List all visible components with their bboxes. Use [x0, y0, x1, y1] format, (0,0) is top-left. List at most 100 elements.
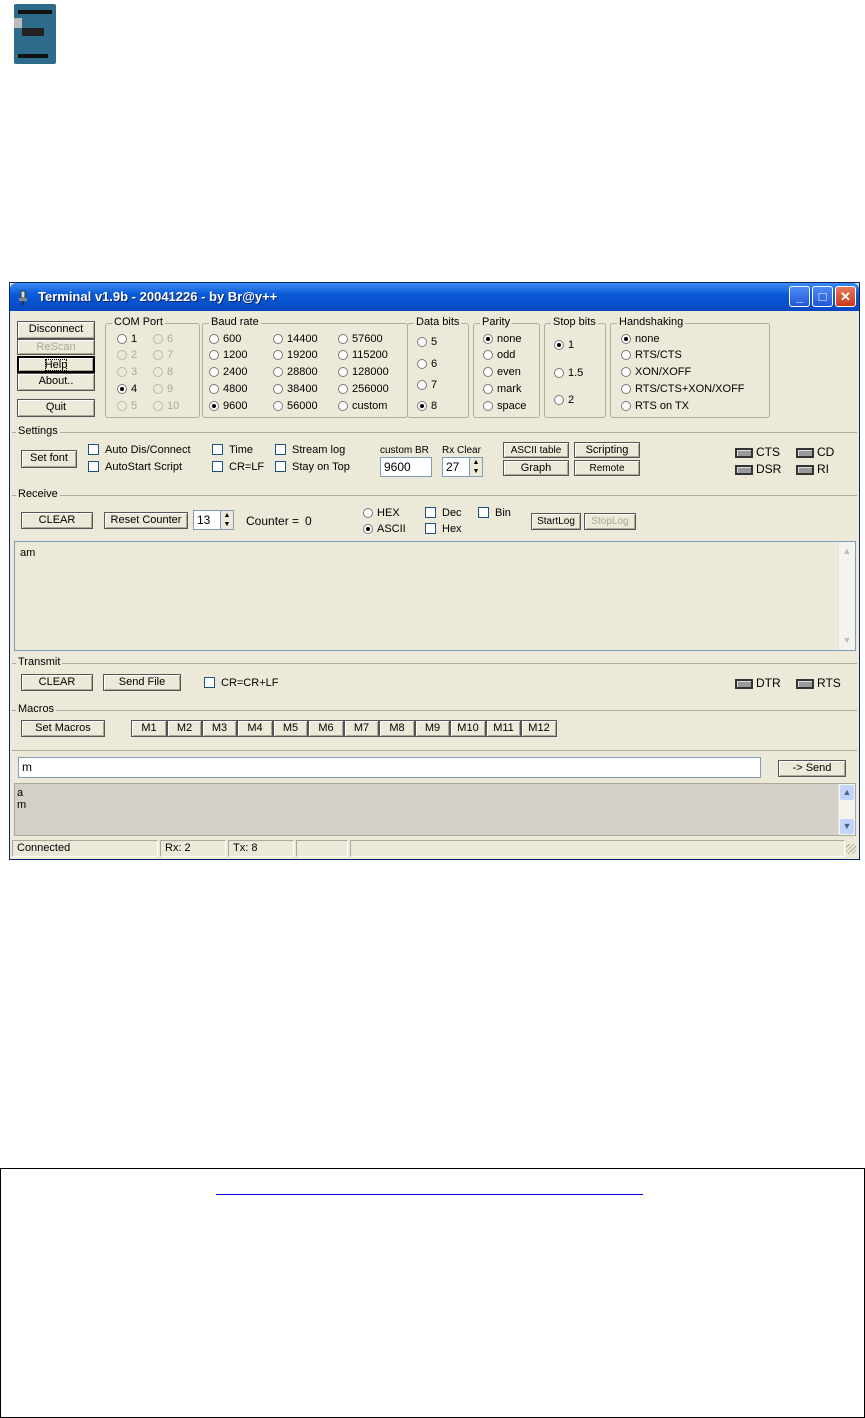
- baud-128000[interactable]: 128000: [338, 366, 389, 379]
- baud-14400[interactable]: 14400: [273, 333, 318, 346]
- data-bits-5[interactable]: 5: [417, 336, 437, 349]
- macro-m9-button[interactable]: M9: [415, 720, 450, 737]
- rx-clear-input[interactable]: 27: [442, 457, 470, 477]
- set-font-button[interactable]: Set font: [21, 450, 77, 468]
- set-macros-button[interactable]: Set Macros: [21, 720, 105, 737]
- ascii-table-button[interactable]: ASCII table: [503, 442, 569, 458]
- macro-m6-button[interactable]: M6: [308, 720, 344, 737]
- send-button[interactable]: -> Send: [778, 760, 846, 777]
- start-log-button[interactable]: StartLog: [531, 513, 581, 530]
- scroll-up-icon[interactable]: ▲: [840, 544, 854, 559]
- stop-bits-1-5[interactable]: 1.5: [554, 367, 583, 380]
- com-port-3[interactable]: 3: [117, 366, 137, 379]
- baud-38400[interactable]: 38400: [273, 383, 318, 396]
- baud-4800[interactable]: 4800: [209, 383, 247, 396]
- minimize-button[interactable]: _: [789, 286, 810, 307]
- quit-button[interactable]: Quit: [17, 399, 95, 417]
- receive-clear-button[interactable]: CLEAR: [21, 512, 93, 529]
- macro-m5-button[interactable]: M5: [273, 720, 308, 737]
- com-port-7[interactable]: 7: [153, 349, 173, 362]
- com-port-1[interactable]: 1: [117, 333, 137, 346]
- disconnect-button[interactable]: Disconnect: [17, 321, 95, 339]
- com-port-8[interactable]: 8: [153, 366, 173, 379]
- dtr-indicator[interactable]: DTR: [735, 676, 781, 690]
- baud-1200[interactable]: 1200: [209, 349, 247, 362]
- handshaking-rts-cts[interactable]: RTS/CTS: [621, 349, 682, 362]
- autostart-script-checkbox[interactable]: AutoStart Script: [88, 461, 182, 474]
- macro-m7-button[interactable]: M7: [344, 720, 379, 737]
- parity-none[interactable]: none: [483, 333, 521, 346]
- scroll-down-icon[interactable]: ▼: [840, 633, 854, 648]
- hex-checkbox[interactable]: Hex: [425, 523, 462, 536]
- custom-br-input[interactable]: 9600: [380, 457, 432, 477]
- data-bits-6[interactable]: 6: [417, 358, 437, 371]
- stop-log-button[interactable]: StopLog: [584, 513, 636, 530]
- macro-m12-button[interactable]: M12: [521, 720, 557, 737]
- macro-m4-button[interactable]: M4: [237, 720, 273, 737]
- macro-m2-button[interactable]: M2: [167, 720, 202, 737]
- rescan-button[interactable]: ReScan: [17, 339, 95, 355]
- handshaking-rts-cts-xon-xoff[interactable]: RTS/CTS+XON/XOFF: [621, 383, 745, 396]
- com-port-9[interactable]: 9: [153, 383, 173, 396]
- parity-mark[interactable]: mark: [483, 383, 521, 396]
- rts-indicator[interactable]: RTS: [796, 676, 841, 690]
- receive-text-area[interactable]: am ▲ ▼: [14, 541, 856, 651]
- baud-2400[interactable]: 2400: [209, 366, 247, 379]
- maximize-button[interactable]: □: [812, 286, 833, 307]
- remote-button[interactable]: Remote: [574, 460, 640, 476]
- parity-even[interactable]: even: [483, 366, 521, 379]
- scroll-up-icon[interactable]: ▲: [840, 785, 854, 800]
- help-button[interactable]: Help: [17, 356, 95, 373]
- parity-space[interactable]: space: [483, 400, 526, 413]
- transmit-log-scrollbar[interactable]: ▲ ▼: [838, 784, 855, 835]
- handshaking-none[interactable]: none: [621, 333, 659, 346]
- handshaking-rts-on-tx[interactable]: RTS on TX: [621, 400, 689, 413]
- baud-600[interactable]: 600: [209, 333, 241, 346]
- transmit-clear-button[interactable]: CLEAR: [21, 674, 93, 691]
- com-port-4[interactable]: 4: [117, 383, 137, 396]
- link-underline[interactable]: [216, 1194, 643, 1195]
- stream-log-checkbox[interactable]: Stream log: [275, 444, 345, 457]
- resize-grip-icon[interactable]: [846, 844, 856, 854]
- receive-scrollbar[interactable]: ▲ ▼: [838, 542, 855, 650]
- scripting-button[interactable]: Scripting: [574, 442, 640, 458]
- dec-checkbox[interactable]: Dec: [425, 507, 462, 520]
- receive-ascii-radio[interactable]: ASCII: [363, 523, 406, 536]
- com-port-6[interactable]: 6: [153, 333, 173, 346]
- data-bits-7[interactable]: 7: [417, 379, 437, 392]
- parity-odd[interactable]: odd: [483, 349, 515, 362]
- macro-m11-button[interactable]: M11: [486, 720, 521, 737]
- stop-bits-1[interactable]: 1: [554, 339, 574, 352]
- baud-57600[interactable]: 57600: [338, 333, 383, 346]
- macro-m3-button[interactable]: M3: [202, 720, 237, 737]
- title-bar[interactable]: Terminal v1.9b - 20041226 - by Br@y++ _ …: [10, 283, 859, 311]
- auto-disconnect-checkbox[interactable]: Auto Dis/Connect: [88, 444, 191, 457]
- com-port-5[interactable]: 5: [117, 400, 137, 413]
- scroll-down-icon[interactable]: ▼: [840, 819, 854, 834]
- reset-counter-button[interactable]: Reset Counter: [104, 512, 188, 529]
- baud-56000[interactable]: 56000: [273, 400, 318, 413]
- bin-checkbox[interactable]: Bin: [478, 507, 511, 520]
- macro-m8-button[interactable]: M8: [379, 720, 415, 737]
- baud-115200[interactable]: 115200: [338, 349, 388, 362]
- rx-clear-spinner[interactable]: ▲ ▼: [469, 457, 483, 477]
- data-bits-8[interactable]: 8: [417, 400, 437, 413]
- handshaking-xon-xoff[interactable]: XON/XOFF: [621, 366, 691, 379]
- baud-19200[interactable]: 19200: [273, 349, 318, 362]
- transmit-log-area[interactable]: a m ▲ ▼: [14, 783, 856, 836]
- close-button[interactable]: ✕: [835, 286, 856, 307]
- baud-custom[interactable]: custom: [338, 400, 387, 413]
- send-file-button[interactable]: Send File: [103, 674, 181, 691]
- time-checkbox[interactable]: Time: [212, 444, 253, 457]
- com-port-10[interactable]: 10: [153, 400, 179, 413]
- cr-crlf-checkbox[interactable]: CR=CR+LF: [204, 677, 278, 690]
- stop-bits-2[interactable]: 2: [554, 394, 574, 407]
- baud-28800[interactable]: 28800: [273, 366, 318, 379]
- cr-lf-checkbox[interactable]: CR=LF: [212, 461, 264, 474]
- macro-m10-button[interactable]: M10: [450, 720, 486, 737]
- stay-on-top-checkbox[interactable]: Stay on Top: [275, 461, 350, 474]
- com-port-2[interactable]: 2: [117, 349, 137, 362]
- baud-9600[interactable]: 9600: [209, 400, 247, 413]
- counter-spinner[interactable]: ▲ ▼: [220, 510, 234, 530]
- about-button[interactable]: About..: [17, 373, 95, 391]
